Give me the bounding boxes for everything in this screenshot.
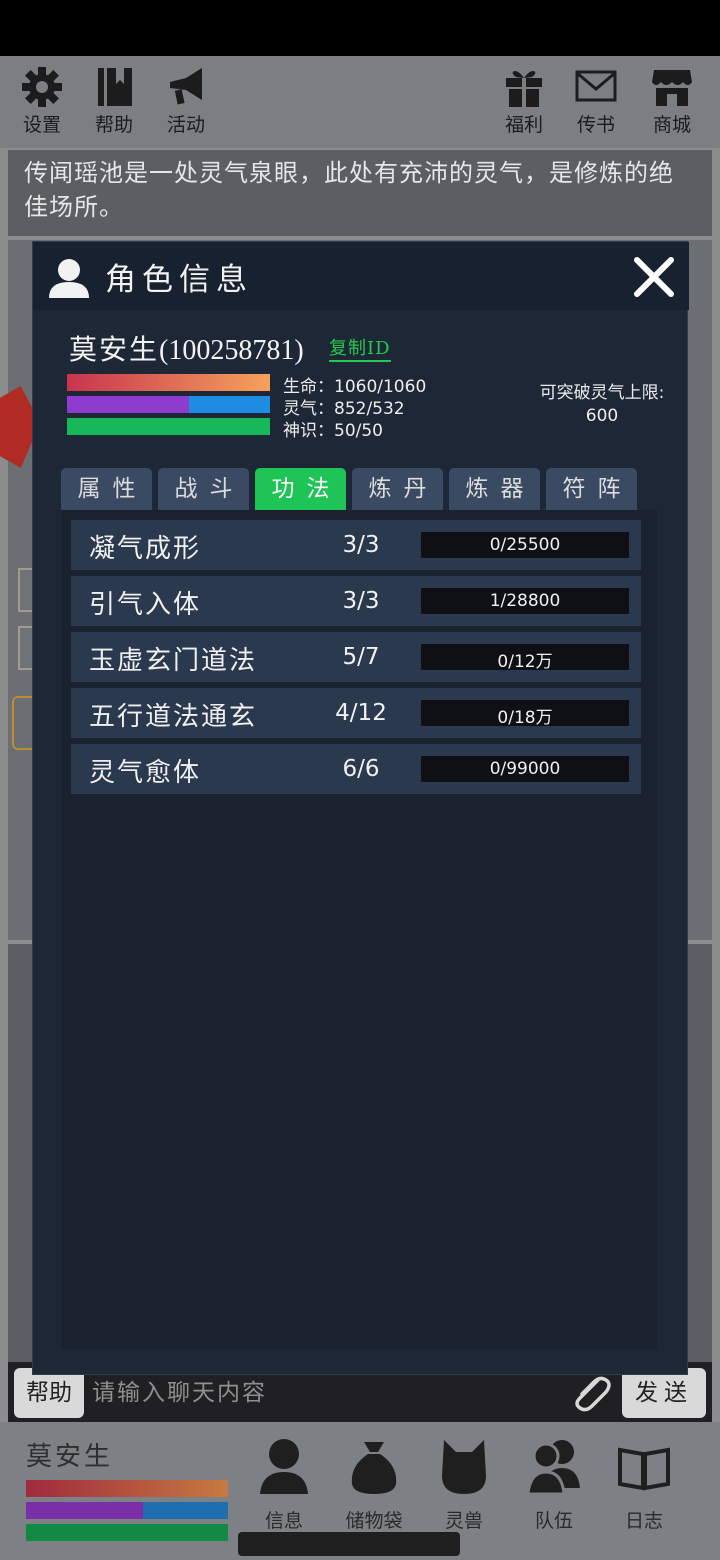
- person-icon: [260, 1439, 308, 1494]
- nav-team-label: 队伍: [534, 1510, 573, 1532]
- technique-name: 灵气愈体: [89, 758, 202, 788]
- character-name: 莫安生(100258781): [69, 328, 304, 368]
- technique-level: 4/12: [335, 700, 387, 726]
- tab-attributes[interactable]: 属性: [61, 468, 152, 510]
- shop-label: 商城: [652, 114, 691, 136]
- gift-icon: [506, 70, 542, 107]
- technique-progress: 0/18万: [421, 700, 629, 728]
- nav-info-label: 信息: [264, 1510, 303, 1532]
- mind-bar: [26, 1524, 228, 1541]
- copy-id-link[interactable]: 复制ID: [329, 334, 391, 362]
- breakthrough-label: 可突破灵气上限:: [539, 383, 665, 403]
- tab-techniques[interactable]: 功法: [255, 468, 346, 510]
- mind-label: 神识：50/50: [283, 421, 383, 441]
- nav-team[interactable]: 队伍: [514, 1436, 594, 1533]
- mail-icon: [575, 70, 617, 102]
- list-item[interactable]: 五行道法通玄 4/12 0/18万: [71, 688, 641, 738]
- shop-button[interactable]: 商城: [642, 66, 702, 146]
- technique-name: 凝气成形: [89, 534, 202, 564]
- technique-progress-text: 0/25500: [489, 535, 561, 555]
- welfare-label: 福利: [504, 114, 543, 136]
- nav-pet[interactable]: 灵兽: [424, 1436, 504, 1533]
- technique-level: 3/3: [342, 588, 380, 614]
- activity-label: 活动: [166, 114, 205, 136]
- help-button[interactable]: 帮助: [84, 66, 144, 146]
- technique-progress-text: 0/99000: [489, 759, 561, 779]
- spirit-bar: [26, 1502, 228, 1519]
- chat-help-button[interactable]: 帮助: [14, 1368, 84, 1418]
- technique-progress: 1/28800: [421, 588, 629, 614]
- modal-title: 角色信息: [105, 262, 253, 298]
- story-text-panel: 传闻瑶池是一处灵气泉眼，此处有充沛的灵气，是修炼的绝佳场所。: [8, 150, 712, 236]
- tab-forging[interactable]: 炼器: [449, 468, 540, 510]
- megaphone-icon: [170, 68, 202, 105]
- technique-level: 6/6: [342, 756, 380, 782]
- activity-button[interactable]: 活动: [156, 66, 216, 146]
- paperclip-icon[interactable]: [568, 1372, 614, 1414]
- close-icon[interactable]: [629, 252, 679, 302]
- technique-name: 玉虚玄门道法: [89, 646, 258, 676]
- settings-label: 设置: [22, 114, 61, 136]
- technique-progress-text: 0/18万: [497, 708, 553, 728]
- top-toolbar: 设置 帮助 活动 福利 传书 商城: [0, 56, 720, 148]
- list-item[interactable]: 引气入体 3/3 1/28800: [71, 576, 641, 626]
- shop-icon: [652, 70, 692, 106]
- gear-icon: [22, 67, 62, 107]
- tab-bar: 属性 战斗 功法 炼丹 炼器 符阵: [61, 468, 641, 510]
- character-info-modal: 角色信息 莫安生(100258781) 复制ID 生命：1060/1060 灵气…: [32, 241, 689, 1375]
- tab-alchemy[interactable]: 炼丹: [352, 468, 443, 510]
- technique-level: 3/3: [342, 532, 380, 558]
- character-name-text: 莫安生: [69, 335, 160, 366]
- chat-input[interactable]: [92, 1368, 562, 1418]
- book-icon: [98, 68, 132, 106]
- list-item[interactable]: 灵气愈体 6/6 0/99000: [71, 744, 641, 794]
- nav-journal-label: 日志: [624, 1510, 663, 1532]
- character-id: (100258781): [159, 335, 304, 366]
- list-item[interactable]: 玉虚玄门道法 5/7 0/12万: [71, 632, 641, 682]
- mind-bar: [67, 418, 270, 435]
- technique-list: 凝气成形 3/3 0/25500 引气入体 3/3 1/28800 玉虚玄门道法…: [61, 510, 657, 1350]
- send-button[interactable]: 发送: [622, 1368, 706, 1418]
- player-name: 莫安生: [26, 1442, 114, 1472]
- tab-combat[interactable]: 战斗: [158, 468, 249, 510]
- nav-pet-label: 灵兽: [444, 1510, 483, 1532]
- story-text: 传闻瑶池是一处灵气泉眼，此处有充沛的灵气，是修炼的绝佳场所。: [24, 159, 674, 221]
- health-bar: [26, 1480, 228, 1497]
- home-indicator[interactable]: [238, 1532, 460, 1556]
- modal-header: 角色信息: [33, 242, 689, 310]
- cat-icon: [442, 1440, 486, 1494]
- help-label: 帮助: [94, 114, 133, 136]
- technique-progress: 0/99000: [421, 756, 629, 782]
- spirit-bar: [67, 396, 270, 413]
- nav-info[interactable]: 信息: [244, 1436, 324, 1533]
- technique-name: 五行道法通玄: [89, 702, 258, 732]
- breakthrough-value: 600: [585, 406, 619, 426]
- technique-level: 5/7: [342, 644, 380, 670]
- nav-journal[interactable]: 日志: [604, 1436, 684, 1533]
- health-bar: [67, 374, 270, 391]
- mail-button[interactable]: 传书: [566, 66, 626, 146]
- nav-bag-label: 储物袋: [345, 1510, 403, 1532]
- technique-progress-text: 1/28800: [489, 591, 561, 611]
- technique-name: 引气入体: [89, 590, 202, 620]
- welfare-button[interactable]: 福利: [494, 66, 554, 146]
- technique-progress-text: 0/12万: [497, 652, 553, 672]
- settings-button[interactable]: 设置: [12, 66, 72, 146]
- mail-label: 传书: [576, 114, 615, 136]
- tab-formations[interactable]: 符阵: [546, 468, 637, 510]
- team-icon: [526, 1440, 580, 1496]
- nav-bag[interactable]: 储物袋: [334, 1436, 414, 1533]
- technique-progress: 0/25500: [421, 532, 629, 558]
- list-item[interactable]: 凝气成形 3/3 0/25500: [71, 520, 641, 570]
- journal-icon: [618, 1447, 670, 1491]
- bag-icon: [351, 1442, 397, 1494]
- user-icon: [49, 259, 89, 298]
- technique-progress: 0/12万: [421, 644, 629, 672]
